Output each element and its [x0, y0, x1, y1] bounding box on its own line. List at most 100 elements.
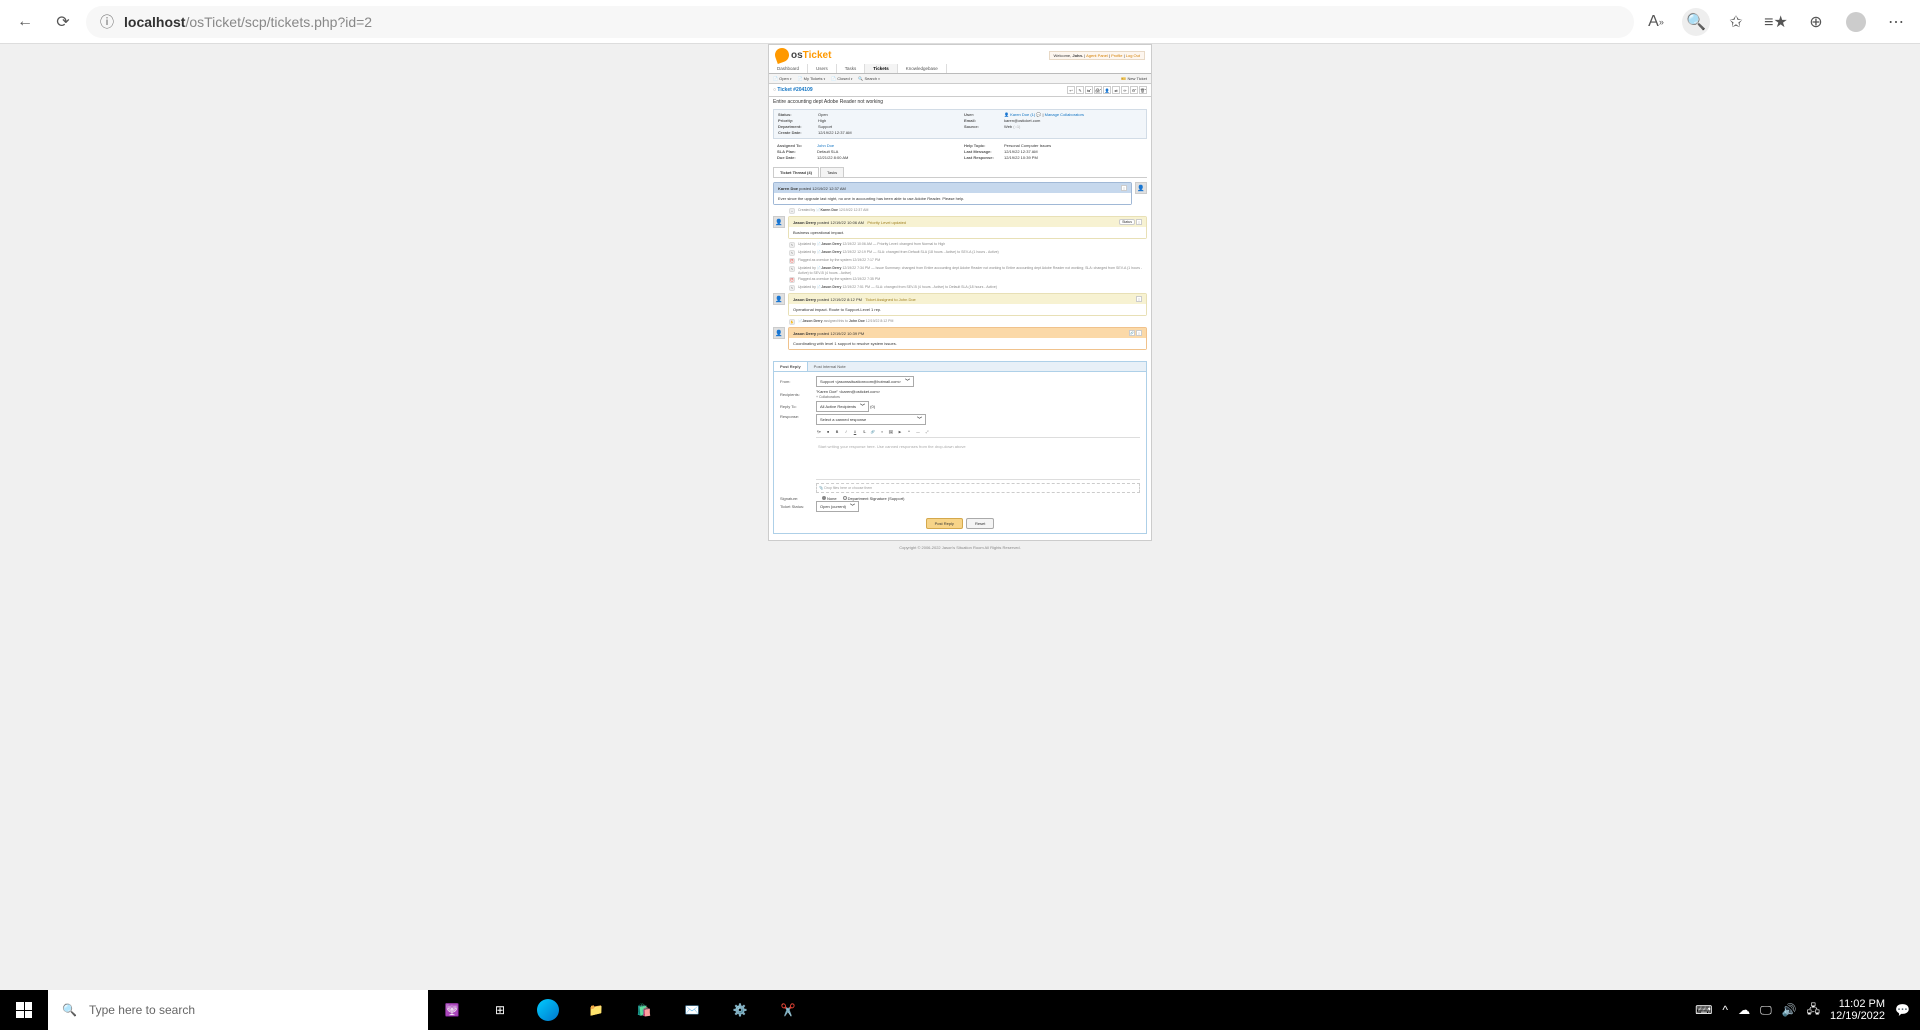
- reset-button[interactable]: Reset: [966, 518, 994, 529]
- taskbar-snip-icon[interactable]: ✂️: [764, 990, 812, 1030]
- nav-kb[interactable]: Knowledgebase: [898, 64, 947, 73]
- replyto-select[interactable]: All Active Recipients﹀: [816, 401, 869, 412]
- hr-icon[interactable]: —: [915, 429, 921, 435]
- underline-icon[interactable]: U: [852, 429, 858, 435]
- tab-thread[interactable]: Ticket Thread (4): [773, 167, 819, 177]
- subnav-new-ticket[interactable]: 🎫 New Ticket: [1121, 76, 1147, 81]
- add-collab-link[interactable]: + Collaborators: [816, 395, 1140, 399]
- taskbar-store-icon[interactable]: 🛍️: [620, 990, 668, 1030]
- entry-menu-icon[interactable]: ⋮: [1136, 219, 1142, 225]
- chat-icon[interactable]: 💬: [1036, 112, 1041, 117]
- reply-icon[interactable]: ↩: [1067, 86, 1075, 94]
- assign-icon[interactable]: 👤: [1103, 86, 1111, 94]
- taskbar-services-icon[interactable]: ⚙️: [716, 990, 764, 1030]
- thread-entry-note: 👤 Jason Derry posted 12/19/22 8:12 PM Ti…: [773, 293, 1147, 316]
- from-select[interactable]: Support <jasonssituationroom@hotmail.com…: [816, 376, 914, 387]
- subnav-open[interactable]: 📄 Open ▾: [773, 76, 792, 81]
- taskbar-taskview-icon[interactable]: ⊞: [476, 990, 524, 1030]
- subnav-my-tickets[interactable]: 📄 My Tickets ▾: [798, 76, 826, 81]
- refresh-button[interactable]: ⟳: [48, 7, 78, 37]
- taskbar-explorer-icon[interactable]: 📁: [572, 990, 620, 1030]
- tray-display-icon[interactable]: 🖵: [1760, 1003, 1772, 1018]
- status-select[interactable]: Open (current)﹀: [816, 501, 859, 512]
- subnav-search[interactable]: 🔍 Search ▾: [858, 76, 879, 81]
- zoom-icon[interactable]: 🔍: [1682, 8, 1710, 36]
- pencil-icon: ✎: [789, 285, 795, 291]
- bold-icon[interactable]: B: [834, 429, 840, 435]
- tray-volume-icon[interactable]: 🔊: [1782, 1003, 1797, 1017]
- attachment-dropzone[interactable]: 📎 Drop files here or choose them: [816, 483, 1140, 493]
- user-link[interactable]: Karen Doe (1): [1010, 112, 1035, 117]
- event-overdue: ⏰ Flagged as overdue by the system 12/19…: [789, 258, 1147, 264]
- transfer-icon[interactable]: ⇄: [1112, 86, 1120, 94]
- pencil-icon: ✎: [789, 242, 795, 248]
- favorites-list-icon[interactable]: ≡★: [1762, 8, 1790, 36]
- taskbar-mail-icon[interactable]: ✉️: [668, 990, 716, 1030]
- subnav-closed[interactable]: 📄 Closed ▾: [831, 76, 852, 81]
- site-info-icon[interactable]: ⓘ: [100, 12, 114, 32]
- sub-nav: 📄 Open ▾ 📄 My Tickets ▾ 📄 Closed ▾ 🔍 Sea…: [769, 74, 1151, 84]
- read-aloud-icon[interactable]: A»: [1642, 8, 1670, 36]
- profile-link[interactable]: Profile: [1111, 53, 1122, 58]
- fullscreen-icon[interactable]: ⤢: [924, 429, 930, 435]
- plus-icon: +: [789, 208, 795, 214]
- status-icon[interactable]: ⇆▾: [1085, 86, 1093, 94]
- more-icon[interactable]: ⋯: [1882, 8, 1910, 36]
- ticket-info: Status:Open Priority:High Department:Sup…: [773, 109, 1147, 139]
- taskbar-search[interactable]: 🔍Type here to search: [48, 990, 428, 1030]
- nav-users[interactable]: Users: [808, 64, 837, 73]
- paragraph-icon[interactable]: ¶▾: [816, 429, 822, 435]
- link-icon[interactable]: 🔗: [1129, 330, 1135, 336]
- edit-icon[interactable]: ✏: [1121, 86, 1129, 94]
- tray-onedrive-icon[interactable]: ☁: [1738, 1003, 1750, 1017]
- print-icon[interactable]: 🖨▾: [1094, 86, 1102, 94]
- more-icon[interactable]: ⚙▾: [1130, 86, 1138, 94]
- tab-internal-note[interactable]: Post Internal Note: [808, 362, 852, 371]
- event-sla: ✎ Updated by 📄Jason Derry 12/19/22 7:51 …: [789, 285, 1147, 291]
- tray-chevron-icon[interactable]: ^: [1722, 1003, 1728, 1017]
- tray-network-icon[interactable]: 🖧: [1807, 1000, 1820, 1021]
- image-icon[interactable]: 🖼: [888, 429, 894, 435]
- entry-menu-icon[interactable]: ⋮: [1121, 185, 1127, 191]
- font-icon[interactable]: ■: [825, 429, 831, 435]
- favorite-icon[interactable]: ✩: [1722, 8, 1750, 36]
- entry-menu-icon[interactable]: ⋮: [1136, 330, 1142, 336]
- agent-panel-link[interactable]: Agent Panel: [1086, 53, 1108, 58]
- post-reply-button[interactable]: Post Reply: [926, 518, 963, 529]
- event-sla: ✎ Updated by 📄Jason Derry 12/19/22 12:19…: [789, 250, 1147, 256]
- taskbar-edge-icon[interactable]: [524, 990, 572, 1030]
- nav-dashboard[interactable]: Dashboard: [769, 64, 808, 73]
- editor-toolbar: ¶▾ ■ B I U S̶ 🔗 ≡ 🖼 ▶ ❝ — ⤢: [816, 427, 1140, 438]
- nav-tickets[interactable]: Tickets: [865, 64, 897, 73]
- user-icon: 👤: [1004, 112, 1009, 117]
- taskbar-menorah-icon[interactable]: 🕎: [428, 990, 476, 1030]
- event-summary-sla: ✎ Updated by 📄Jason Derry 12/19/22 7:34 …: [789, 266, 1147, 275]
- entry-menu-icon[interactable]: ⋮: [1136, 296, 1142, 302]
- nav-tasks[interactable]: Tasks: [837, 64, 866, 73]
- logout-link[interactable]: Log Out: [1126, 53, 1140, 58]
- canned-select[interactable]: Select a canned response﹀: [816, 414, 926, 425]
- tray-input-icon[interactable]: ⌨: [1695, 1003, 1712, 1017]
- link-icon[interactable]: 🔗: [870, 429, 876, 435]
- collections-icon[interactable]: ⊕: [1802, 8, 1830, 36]
- italic-icon[interactable]: I: [843, 429, 849, 435]
- video-icon[interactable]: ▶: [897, 429, 903, 435]
- start-button[interactable]: [0, 990, 48, 1030]
- taskbar-clock[interactable]: 11:02 PM 12/19/2022: [1830, 998, 1885, 1022]
- note-icon[interactable]: ✎: [1076, 86, 1084, 94]
- strike-icon[interactable]: S̶: [861, 429, 867, 435]
- profile-icon[interactable]: [1842, 8, 1870, 36]
- back-button[interactable]: ←: [10, 7, 40, 37]
- manage-collab-link[interactable]: Manage Collaborators: [1045, 112, 1084, 117]
- quote-icon[interactable]: ❝: [906, 429, 912, 435]
- delete-icon[interactable]: 🗑▾: [1139, 86, 1147, 94]
- assigned-link[interactable]: John Doe: [817, 143, 834, 148]
- osticket-logo[interactable]: osTicket: [775, 48, 831, 62]
- list-icon[interactable]: ≡: [879, 429, 885, 435]
- system-tray: ⌨ ^ ☁ 🖵 🔊 🖧 11:02 PM 12/19/2022 💬: [1685, 998, 1920, 1022]
- address-bar[interactable]: ⓘ localhost/osTicket/scp/tickets.php?id=…: [86, 6, 1634, 38]
- tray-notifications-icon[interactable]: 💬: [1895, 1003, 1910, 1017]
- tab-post-reply[interactable]: Post Reply: [774, 362, 808, 371]
- tab-tasks[interactable]: Tasks: [820, 167, 844, 177]
- response-editor[interactable]: Start writing your response here. Use ca…: [816, 440, 1140, 480]
